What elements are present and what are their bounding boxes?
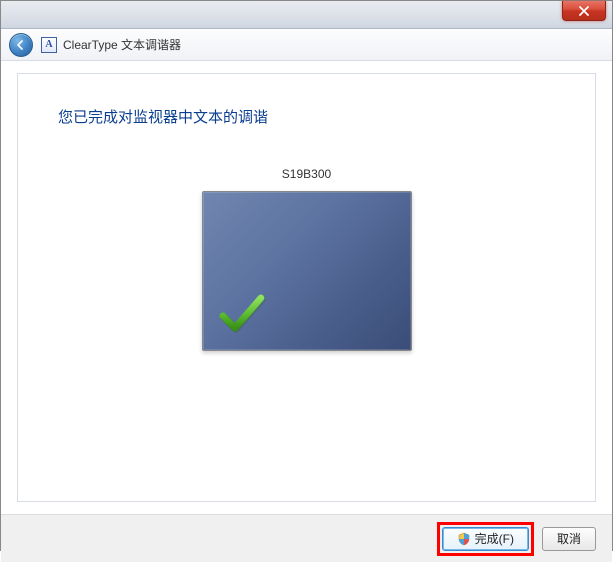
monitor-name: S19B300 [282, 167, 331, 181]
monitor-preview-area: S19B300 [58, 167, 555, 351]
finish-highlight: 完成(F) [437, 522, 534, 556]
shield-icon [457, 532, 471, 546]
page-heading: 您已完成对监视器中文本的调谐 [58, 106, 555, 127]
footer-bar: 完成(F) 取消 [1, 514, 612, 562]
back-button[interactable] [9, 33, 33, 57]
close-icon [578, 5, 590, 17]
wizard-panel: 您已完成对监视器中文本的调谐 S19B300 [17, 73, 596, 502]
back-arrow-icon [16, 40, 26, 50]
finish-button-label: 完成(F) [475, 530, 514, 547]
finish-button[interactable]: 完成(F) [442, 527, 529, 551]
close-button[interactable] [562, 1, 606, 21]
window-titlebar [1, 1, 612, 29]
monitor-preview [202, 191, 412, 351]
content-area: 您已完成对监视器中文本的调谐 S19B300 [1, 73, 612, 514]
checkmark-icon [217, 288, 267, 338]
app-icon: A [41, 37, 57, 53]
window-title: ClearType 文本调谐器 [63, 36, 181, 53]
cancel-button[interactable]: 取消 [542, 527, 596, 551]
header-bar: A ClearType 文本调谐器 [1, 29, 612, 61]
cancel-button-label: 取消 [557, 530, 581, 547]
